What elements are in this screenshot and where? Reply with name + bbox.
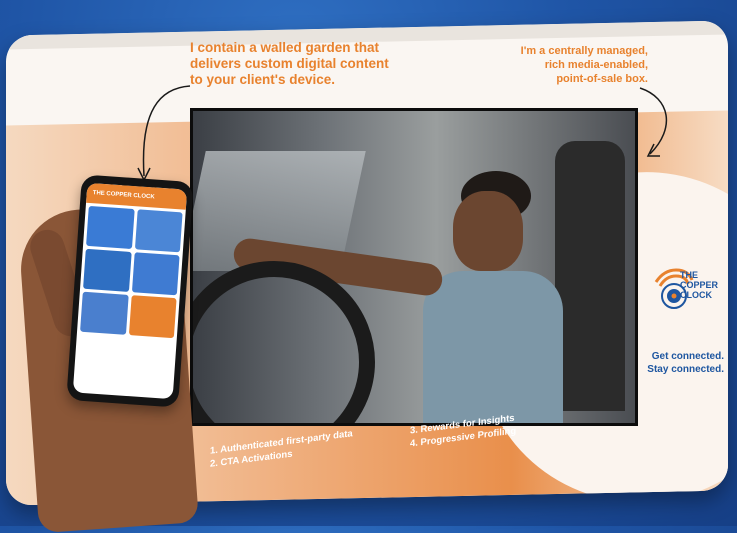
driver-body bbox=[423, 271, 563, 423]
content-tile[interactable] bbox=[134, 209, 183, 253]
content-tile[interactable] bbox=[83, 248, 132, 292]
brand-line-3: CLOCK bbox=[680, 290, 712, 300]
callout-right-line-1: I'm a centrally managed, bbox=[520, 45, 648, 57]
phone-content-grid bbox=[77, 203, 186, 342]
smartphone: THE COPPER CLOCK bbox=[66, 174, 194, 408]
tagline-line-2: Stay connected. bbox=[647, 364, 724, 375]
brand-tagline: Get connected. Stay connected. bbox=[638, 350, 724, 376]
brand-line-1: THE bbox=[680, 270, 698, 280]
car-seat bbox=[555, 141, 625, 411]
callout-left-line-3: to your client's device. bbox=[190, 72, 336, 87]
video-screen bbox=[190, 108, 638, 426]
callout-walled-garden: I contain a walled garden that delivers … bbox=[190, 40, 389, 88]
callout-left-line-2: delivers custom digital content bbox=[190, 56, 389, 71]
brand-wordmark: THE COPPER CLOCK bbox=[680, 270, 718, 300]
callout-right-line-2: rich media-enabled, bbox=[544, 59, 648, 71]
brand-line-2: COPPER bbox=[680, 280, 719, 290]
content-tile[interactable] bbox=[131, 252, 180, 296]
content-tile[interactable] bbox=[80, 291, 129, 335]
content-tile[interactable] bbox=[86, 205, 135, 249]
tagline-line-1: Get connected. bbox=[651, 351, 724, 362]
content-tile[interactable] bbox=[128, 295, 177, 339]
callout-left-line-1: I contain a walled garden that bbox=[190, 40, 380, 55]
driver-head bbox=[453, 191, 523, 271]
callout-point-of-sale: I'm a centrally managed, rich media-enab… bbox=[468, 44, 648, 86]
phone-screen[interactable]: THE COPPER CLOCK bbox=[72, 182, 188, 400]
